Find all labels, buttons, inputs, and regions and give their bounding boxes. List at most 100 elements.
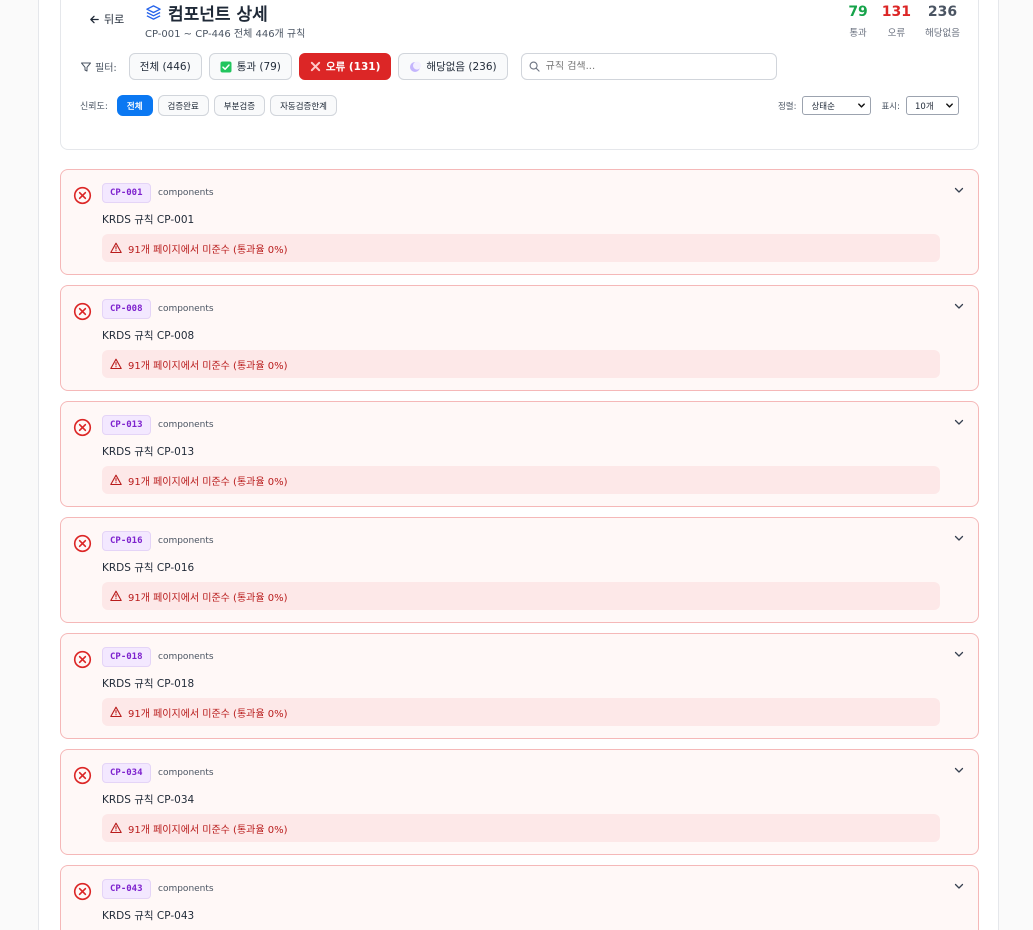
warning-triangle-icon: [110, 474, 122, 486]
chevron-down-icon[interactable]: [953, 416, 965, 428]
rule-category: components: [158, 884, 214, 894]
filter-pass-button[interactable]: 통과 (79): [208, 53, 292, 80]
rule-name: KRDS 규칙 CP-043: [102, 910, 195, 922]
chevron-down-icon[interactable]: [953, 648, 965, 660]
filter-na-button[interactable]: 해당없음 (236): [398, 53, 508, 80]
page-title-row: 컴포넌트 상세: [145, 0, 268, 25]
warning-triangle-icon: [110, 706, 122, 718]
rule-category: components: [158, 304, 214, 314]
search-icon: [529, 61, 540, 72]
rule-message-box: 91개 페이지에서 미준수 (통과율 0%): [102, 814, 940, 842]
stat-error-value: 131: [881, 4, 912, 20]
display-count-select[interactable]: 10개: [906, 96, 959, 115]
error-circle-icon: [73, 186, 92, 205]
stat-pass: 79 통과: [848, 4, 867, 39]
rule-message: 91개 페이지에서 미준수 (통과율 0%): [128, 708, 288, 720]
confidence-verified-button[interactable]: 검증완료: [157, 95, 209, 116]
page-title: 컴포넌트 상세: [168, 5, 268, 25]
rule-message: 91개 페이지에서 미준수 (통과율 0%): [128, 244, 288, 256]
filter-na-label: 해당없음 (236): [426, 61, 497, 73]
rule-card[interactable]: CP-043 components KRDS 규칙 CP-043 91개 페이지…: [60, 865, 979, 930]
rule-message-box: 91개 페이지에서 미준수 (통과율 0%): [102, 350, 940, 378]
rule-code-badge: CP-043: [102, 879, 151, 899]
error-circle-icon: [73, 882, 92, 901]
rule-name: KRDS 규칙 CP-034: [102, 794, 195, 806]
stat-error: 131 오류: [882, 4, 911, 39]
cross-mark-icon: [310, 61, 321, 72]
stat-na: 236 해당없음: [925, 4, 960, 39]
rule-code: CP-016: [110, 536, 143, 546]
rule-code: CP-008: [110, 304, 143, 314]
sort-label: 정렬:: [777, 101, 797, 112]
stats-summary: 79 통과 131 오류 236 해당없음: [848, 4, 960, 39]
rule-category: components: [158, 652, 214, 662]
confidence-partial-button[interactable]: 부분검증: [213, 95, 266, 116]
rule-code-badge: CP-013: [102, 415, 151, 435]
stat-pass-value: 79: [848, 4, 868, 20]
rule-code: CP-018: [110, 652, 143, 662]
rule-code-badge: CP-001: [102, 183, 151, 203]
rule-code: CP-001: [110, 188, 143, 198]
back-button[interactable]: 뒤로: [89, 11, 124, 27]
filter-label: 필터:: [80, 59, 117, 74]
chevron-down-icon[interactable]: [953, 880, 965, 892]
filter-error-button[interactable]: 오류 (131): [298, 53, 392, 80]
back-label: 뒤로: [104, 13, 125, 26]
rule-card[interactable]: CP-008 components KRDS 규칙 CP-008 91개 페이지…: [60, 285, 979, 391]
error-circle-icon: [73, 418, 92, 437]
chevron-down-icon: [858, 103, 866, 108]
rule-message-box: 91개 페이지에서 미준수 (통과율 0%): [102, 234, 940, 262]
chevron-down-icon[interactable]: [953, 532, 965, 544]
sort-select[interactable]: 상태순: [802, 96, 872, 115]
filter-label-text: 필터:: [95, 63, 117, 74]
filter-row: 필터: 전체 (446) 통과 (79) 오류 (131) 해당없음 (236): [80, 53, 777, 80]
rule-name: KRDS 규칙 CP-013: [102, 446, 195, 458]
rule-card[interactable]: CP-034 components KRDS 규칙 CP-034 91개 페이지…: [60, 749, 979, 855]
rule-card[interactable]: CP-001 components KRDS 규칙 CP-001 91개 페이지…: [60, 169, 979, 275]
layers-icon: [146, 5, 161, 20]
rule-code-badge: CP-016: [102, 531, 151, 551]
chevron-down-icon[interactable]: [953, 300, 965, 312]
stat-na-label: 해당없음: [925, 28, 960, 39]
rule-message: 91개 페이지에서 미준수 (통과율 0%): [128, 824, 288, 836]
confidence-auto-limit-button[interactable]: 자동검증한계: [270, 95, 337, 116]
rule-message: 91개 페이지에서 미준수 (통과율 0%): [128, 476, 288, 488]
rule-category: components: [158, 768, 214, 778]
page-container: 뒤로 컴포넌트 상세 CP-001 ~ CP-446 전체 446개 규칙 79…: [38, 0, 999, 930]
warning-triangle-icon: [110, 590, 122, 602]
error-circle-icon: [73, 302, 92, 321]
chevron-down-icon[interactable]: [953, 764, 965, 776]
rule-name: KRDS 규칙 CP-001: [102, 214, 195, 226]
filter-all-button[interactable]: 전체 (446): [128, 53, 202, 80]
warning-triangle-icon: [110, 242, 122, 254]
sort-row: 정렬: 상태순 표시: 10개: [778, 96, 959, 115]
page-subtitle: CP-001 ~ CP-446 전체 446개 규칙: [145, 29, 306, 40]
rule-code-badge: CP-008: [102, 299, 151, 319]
confidence-all-button[interactable]: 전체: [116, 95, 153, 116]
confidence-label: 신뢰도:: [80, 102, 108, 112]
rule-code: CP-034: [110, 768, 143, 778]
search-input[interactable]: [545, 61, 766, 72]
header-card: 뒤로 컴포넌트 상세 CP-001 ~ CP-446 전체 446개 규칙 79…: [60, 0, 979, 150]
search-box[interactable]: [520, 53, 777, 80]
rule-message-box: 91개 페이지에서 미준수 (통과율 0%): [102, 466, 940, 494]
rule-code-badge: CP-034: [102, 763, 151, 783]
rule-card[interactable]: CP-013 components KRDS 규칙 CP-013 91개 페이지…: [60, 401, 979, 507]
filter-all-label: 전체 (446): [139, 61, 191, 73]
warning-triangle-icon: [110, 358, 122, 370]
stat-error-label: 오류: [887, 28, 906, 39]
rule-card[interactable]: CP-016 components KRDS 규칙 CP-016 91개 페이지…: [60, 517, 979, 623]
stat-na-value: 236: [927, 4, 958, 20]
confidence-row: 신뢰도: 전체 검증완료 부분검증 자동검증한계: [80, 95, 337, 116]
stat-pass-label: 통과: [849, 28, 867, 39]
display-label: 표시:: [881, 101, 900, 112]
chevron-down-icon[interactable]: [953, 184, 965, 196]
rule-message: 91개 페이지에서 미준수 (통과율 0%): [128, 360, 288, 372]
rule-message: 91개 페이지에서 미준수 (통과율 0%): [128, 592, 288, 604]
error-circle-icon: [73, 766, 92, 785]
warning-triangle-icon: [110, 822, 122, 834]
error-circle-icon: [73, 534, 92, 553]
rule-category: components: [158, 536, 214, 546]
rule-card[interactable]: CP-018 components KRDS 규칙 CP-018 91개 페이지…: [60, 633, 979, 739]
rule-category: components: [158, 420, 214, 430]
